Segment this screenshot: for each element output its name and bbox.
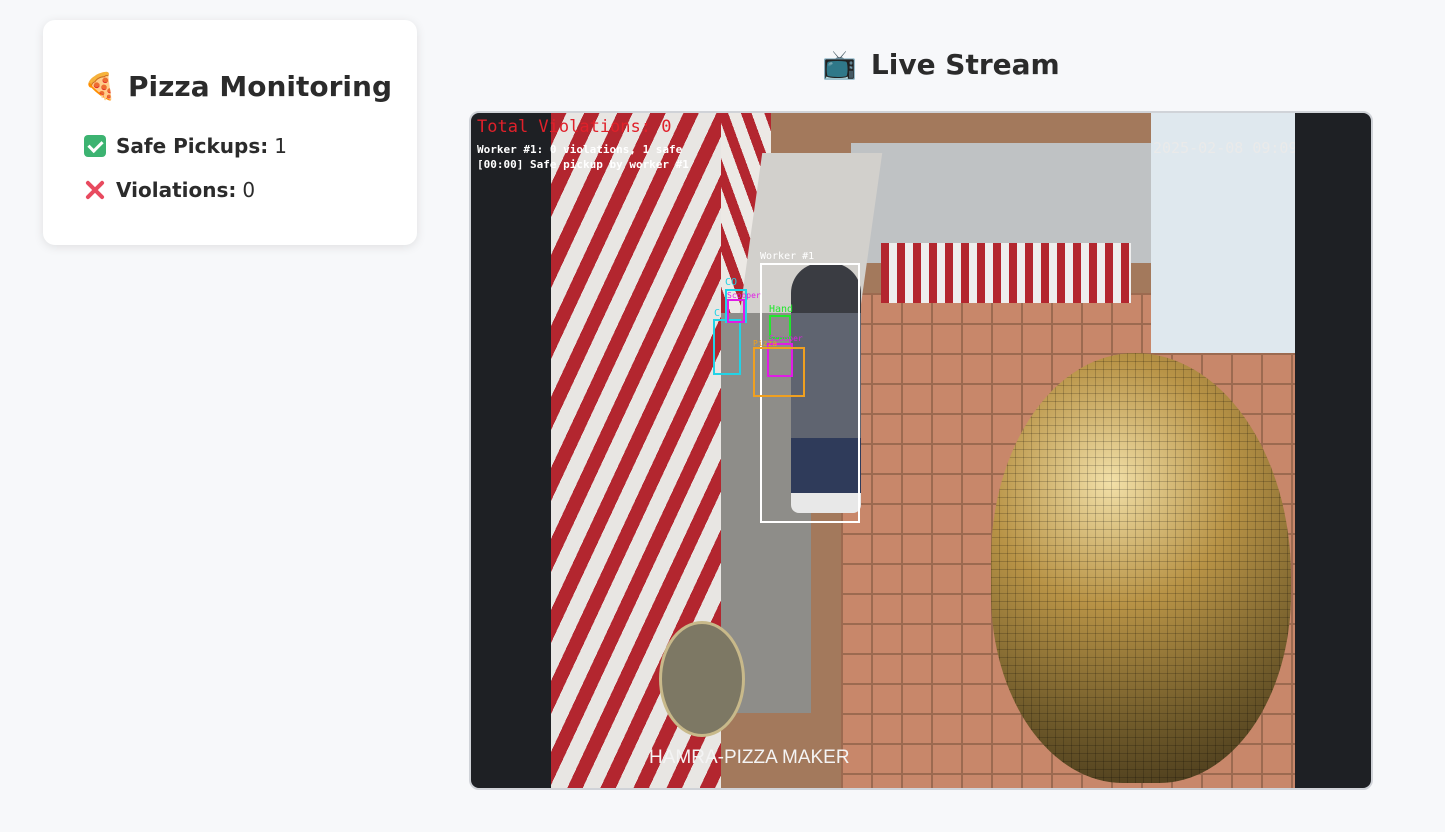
stream-title-text: Live Stream	[870, 48, 1060, 81]
hand-box-label: Hand	[769, 304, 794, 315]
camera-brand-label: HAMRA-PIZZA MAKER	[649, 747, 850, 768]
scooper-box	[727, 299, 745, 323]
card-title-text: Pizza Monitoring	[128, 70, 392, 103]
pizza-icon: 🍕	[84, 71, 117, 102]
stats-card: 🍕 Pizza Monitoring Safe Pickups: 1 Viola…	[43, 20, 417, 245]
pizza-logo-mat	[659, 621, 745, 737]
pizza-box	[753, 347, 805, 397]
pizza-box-shelf	[881, 243, 1131, 303]
safe-pickups-label: Safe Pickups:	[116, 134, 269, 158]
television-icon: 📺	[822, 48, 857, 81]
camera-timestamp: 2025-02-08 09:09:05 PM	[1153, 139, 1295, 157]
safe-pickups-row: Safe Pickups: 1	[84, 134, 287, 158]
violations-label: Violations:	[116, 178, 237, 202]
cross-mark-icon	[84, 179, 106, 201]
check-mark-icon	[84, 135, 106, 157]
violations-value: 0	[242, 178, 256, 202]
safe-pickups-value: 1	[274, 134, 287, 158]
total-violations-overlay: Total Violations: 0	[477, 117, 672, 137]
worker-summary-overlay: Worker #1: 0 violations, 1 safe	[477, 143, 683, 156]
scooper-box-label: Scooper	[727, 291, 761, 300]
worker-box-label: Worker #1	[760, 251, 815, 262]
c-box-label: C	[714, 308, 721, 319]
violations-row: Violations: 0	[84, 178, 255, 202]
stream-title: 📺 Live Stream	[822, 48, 1060, 81]
co-box-label: CO	[725, 277, 738, 288]
event-log-overlay: [00:00] Safe pickup by worker #1	[477, 158, 689, 171]
pizza-box-label: Pizza	[753, 339, 778, 348]
camera-frame: Worker #1 CO C Scooper Hand Scooper Pizz…	[551, 113, 1295, 788]
live-stream-video[interactable]: Worker #1 CO C Scooper Hand Scooper Pizz…	[469, 111, 1373, 790]
c-box	[713, 319, 741, 375]
card-title: 🍕 Pizza Monitoring	[84, 70, 392, 103]
